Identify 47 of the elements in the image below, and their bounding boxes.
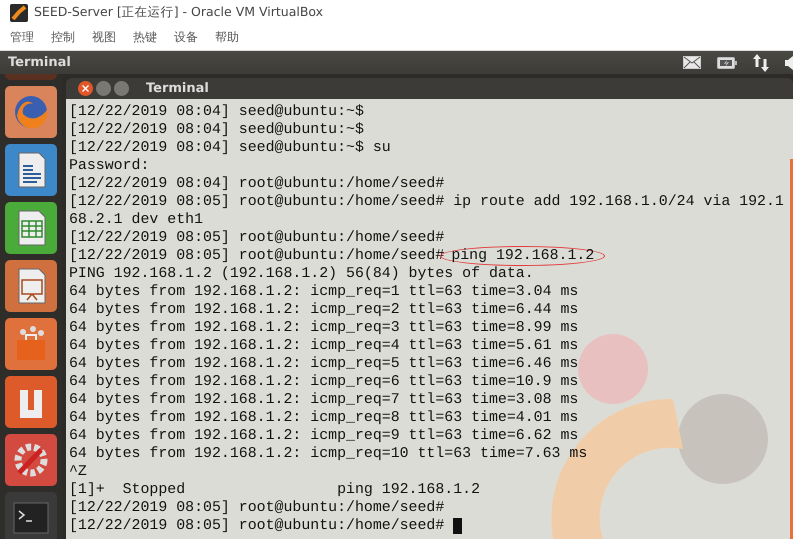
ubuntu-one-launcher-icon[interactable] (5, 376, 57, 428)
terminal-launcher-icon[interactable] (5, 492, 57, 539)
terminal-line: ^Z (69, 463, 87, 481)
terminal-line: 64 bytes from 192.168.1.2: icmp_req=9 ttl=63 time=6.62 ms (69, 427, 578, 445)
app-logo-icon (10, 4, 28, 22)
panel-title: Terminal (8, 55, 71, 70)
terminal-line: 64 bytes from 192.168.1.2: icmp_req=7 ttl=63 time=3.08 ms (69, 391, 578, 409)
terminal-line: 64 bytes from 192.168.1.2: icmp_req=2 ttl=63 time=6.44 ms (69, 301, 578, 319)
menu-item[interactable]: 控制 (51, 29, 75, 46)
terminal-line: Password: (69, 157, 150, 175)
terminal-line: [12/22/2019 08:04] root@ubuntu:/home/seed# (69, 175, 444, 193)
terminal-line: [12/22/2019 08:04] seed@ubuntu:~$ (69, 103, 364, 121)
terminal-line: 64 bytes from 192.168.1.2: icmp_req=1 ttl=63 time=3.04 ms (69, 283, 578, 301)
terminal-line: 64 bytes from 192.168.1.2: icmp_req=8 ttl=63 time=4.01 ms (69, 409, 578, 427)
terminal-line: 64 bytes from 192.168.1.2: icmp_req=6 ttl=63 time=10.9 ms (69, 373, 578, 391)
menu-item[interactable]: 帮助 (215, 29, 239, 46)
terminal-line: [12/22/2019 08:04] seed@ubuntu:~$ su (69, 139, 391, 157)
calc-launcher-icon[interactable] (5, 202, 57, 254)
close-button[interactable] (78, 81, 93, 96)
terminal-line: 68.2.1 dev eth1 (69, 211, 204, 229)
terminal-line: 64 bytes from 192.168.1.2: icmp_req=5 ttl=63 time=6.46 ms (69, 355, 578, 373)
menu-item[interactable]: 热键 (133, 29, 157, 46)
terminal-line: [12/22/2019 08:05] root@ubuntu:/home/seed# ip route add 192.168.1.0/24 via 192.1 (69, 193, 784, 211)
menu-item[interactable]: 设备 (174, 29, 198, 46)
close-icon (82, 85, 89, 92)
writer-launcher-icon[interactable] (5, 144, 57, 196)
terminal-line: [12/22/2019 08:04] seed@ubuntu:~$ (69, 121, 364, 139)
network-icon[interactable] (753, 54, 769, 72)
maximize-button[interactable] (114, 81, 129, 96)
speaker-icon[interactable] (785, 56, 793, 70)
terminal-line: [12/22/2019 08:05] root@ubuntu:/home/seed# (69, 499, 444, 517)
terminal-line: [12/22/2019 08:05] root@ubuntu:/home/seed# (69, 517, 444, 535)
window-title: SEED-Server [正在运行] - Oracle VM VirtualBox (34, 4, 324, 21)
mail-icon[interactable] (683, 56, 701, 69)
terminal-title: Terminal (146, 81, 209, 96)
menu-item[interactable]: 管理 (10, 29, 34, 46)
terminal-line: PING 192.168.1.2 (192.168.1.2) 56(84) bytes of data. (69, 265, 534, 283)
terminal-line: [1]+ Stopped ping 192.168.1.2 (69, 481, 480, 499)
settings-launcher-icon[interactable] (5, 434, 57, 486)
terminal-line: 64 bytes from 192.168.1.2: icmp_req=4 ttl=63 time=5.61 ms (69, 337, 578, 355)
terminal-line: 64 bytes from 192.168.1.2: icmp_req=3 ttl=63 time=8.99 ms (69, 319, 578, 337)
battery-icon[interactable] (717, 56, 737, 68)
terminal-line: [12/22/2019 08:05] root@ubuntu:/home/seed# (69, 229, 444, 247)
store-launcher-icon[interactable] (5, 318, 57, 370)
impress-launcher-icon[interactable] (5, 260, 57, 312)
terminal-line: 64 bytes from 192.168.1.2: icmp_req=10 ttl=63 time=7.63 ms (69, 445, 588, 463)
menu-item[interactable]: 视图 (92, 29, 116, 46)
